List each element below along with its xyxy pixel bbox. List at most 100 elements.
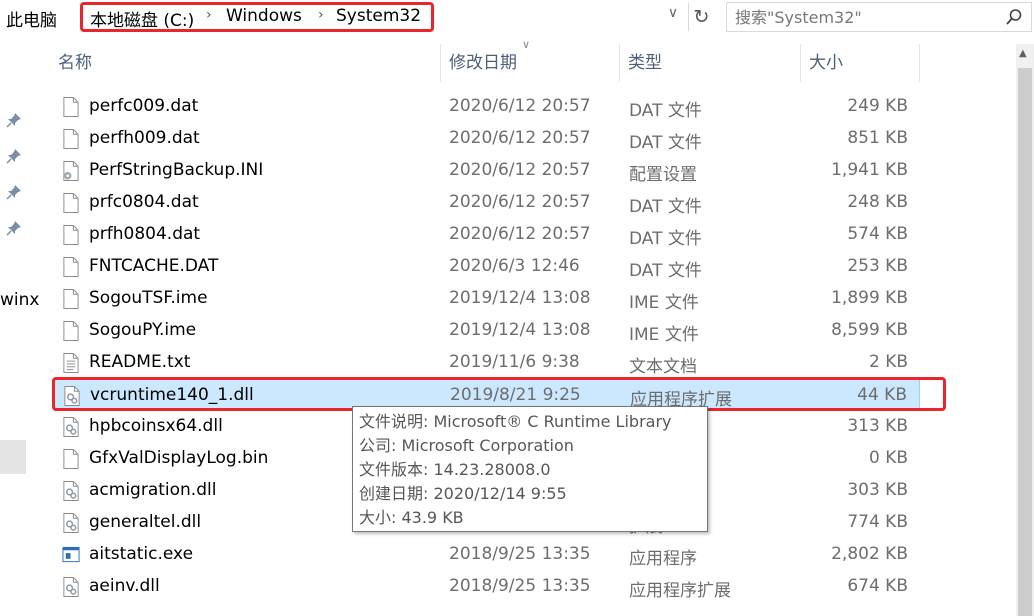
pin-icon[interactable] — [6, 148, 22, 164]
refresh-icon[interactable]: ↻ — [688, 3, 714, 31]
tooltip-created: 创建日期: 2020/12/14 9:55 — [359, 484, 567, 503]
file-icon — [63, 129, 79, 149]
file-name: perfc009.dat — [89, 96, 199, 116]
pin-icon[interactable] — [6, 220, 22, 236]
dll-file-icon — [63, 481, 79, 501]
file-size: 2 KB — [868, 352, 908, 372]
file-name: SogouPY.ime — [89, 320, 197, 340]
file-icon — [63, 257, 79, 277]
file-name: aitstatic.exe — [89, 544, 194, 564]
file-date: 2020/6/12 20:57 — [449, 128, 591, 148]
text-file-icon — [63, 353, 79, 373]
file-size: 2,802 KB — [831, 544, 908, 564]
file-size: 303 KB — [847, 480, 908, 500]
file-row[interactable]: aeinv.dll 2018/9/25 13:35 应用程序扩展 674 KB — [54, 571, 920, 603]
dll-file-icon — [63, 577, 79, 597]
file-name: PerfStringBackup.INI — [89, 160, 264, 180]
exe-file-icon — [62, 546, 80, 563]
breadcrumb-this-pc[interactable]: 此电脑 — [6, 6, 57, 31]
file-type: DAT 文件 — [629, 133, 702, 153]
file-date: 2020/6/12 20:57 — [449, 192, 591, 212]
file-name: GfxValDisplayLog.bin — [89, 448, 269, 468]
column-header-type[interactable]: 类型 — [620, 44, 800, 82]
dll-file-icon — [63, 417, 79, 437]
file-size: 774 KB — [847, 512, 908, 532]
file-icon — [63, 289, 79, 309]
vertical-scrollbar[interactable]: ▲ — [1016, 44, 1034, 616]
chevron-down-icon[interactable]: ∨ — [664, 5, 682, 25]
file-type: 应用程序 — [629, 549, 697, 569]
breadcrumb-separator-icon[interactable]: › — [318, 7, 324, 23]
file-name: SogouTSF.ime — [89, 288, 208, 308]
file-size: 253 KB — [847, 256, 908, 276]
tooltip-description: 文件说明: Microsoft® C Runtime Library — [359, 412, 672, 431]
column-header-name[interactable]: 名称 — [50, 44, 440, 82]
file-type: DAT 文件 — [629, 197, 702, 217]
file-row[interactable]: PerfStringBackup.INI 2020/6/12 20:57 配置设置 1… — [54, 155, 920, 187]
file-row[interactable]: SogouPY.ime 2019/12/4 13:08 IME 文件 8,599 KB — [54, 315, 920, 347]
file-type: DAT 文件 — [629, 101, 702, 121]
file-name: aeinv.dll — [89, 576, 160, 596]
file-type: 应用程序扩展 — [629, 581, 731, 601]
scrollbar-thumb[interactable] — [1018, 68, 1032, 616]
file-type: DAT 文件 — [629, 261, 702, 281]
file-name: perfh009.dat — [89, 128, 200, 148]
file-size: 1,941 KB — [831, 160, 908, 180]
scroll-up-icon[interactable]: ▲ — [1019, 48, 1027, 59]
pin-icon[interactable] — [6, 112, 22, 128]
tooltip-company: 公司: Microsoft Corporation — [359, 436, 574, 455]
file-date: 2020/6/12 20:57 — [449, 224, 591, 244]
file-date: 2019/12/4 13:08 — [449, 320, 591, 340]
nav-item-selected[interactable] — [0, 440, 26, 474]
file-size: 574 KB — [847, 224, 908, 244]
search-icon[interactable] — [1005, 8, 1023, 26]
file-name: FNTCACHE.DAT — [89, 256, 219, 276]
tooltip-version: 文件版本: 14.23.28008.0 — [359, 460, 551, 479]
pin-icon[interactable] — [6, 184, 22, 200]
breadcrumb-separator-icon[interactable]: › — [206, 7, 212, 23]
dll-file-icon — [63, 513, 79, 533]
nav-item-label[interactable]: winx — [0, 290, 39, 310]
file-date: 2020/6/12 20:57 — [449, 160, 591, 180]
column-header-date[interactable]: 修改日期 — [441, 44, 619, 82]
file-row[interactable]: perfc009.dat 2020/6/12 20:57 DAT 文件 249 KB — [54, 91, 920, 123]
file-row[interactable]: SogouTSF.ime 2019/12/4 13:08 IME 文件 1,899 K… — [54, 283, 920, 315]
file-date: 2020/6/12 20:57 — [449, 96, 591, 116]
file-size: 248 KB — [847, 192, 908, 212]
file-type: 文本文档 — [629, 357, 697, 377]
search-input[interactable] — [735, 6, 985, 28]
file-date: 2019/11/6 9:38 — [449, 352, 580, 372]
file-size: 674 KB — [847, 576, 908, 596]
breadcrumb-system32[interactable]: System32 — [336, 6, 421, 26]
file-icon — [63, 449, 79, 469]
file-name: acmigration.dll — [89, 480, 217, 500]
file-date: 2018/9/25 13:35 — [449, 544, 591, 564]
address-bar: 此电脑 本地磁盘 (C:) › Windows › System32 ∨ ↻ — [0, 0, 1034, 36]
column-divider[interactable] — [919, 44, 920, 82]
file-row[interactable]: prfh0804.dat 2020/6/12 20:57 DAT 文件 574 KB — [54, 219, 920, 251]
file-size: 851 KB — [847, 128, 908, 148]
file-row[interactable]: FNTCACHE.DAT 2020/6/3 12:46 DAT 文件 253 KB — [54, 251, 920, 283]
tooltip-size: 大小: 43.9 KB — [359, 508, 464, 527]
navigation-pane: winx — [0, 36, 46, 616]
file-name: prfc0804.dat — [89, 192, 199, 212]
file-type: 配置设置 — [629, 165, 697, 185]
file-name: generaltel.dll — [89, 512, 202, 532]
breadcrumb-windows[interactable]: Windows — [226, 6, 302, 26]
search-box[interactable] — [726, 2, 1032, 32]
file-date: 2020/6/3 12:46 — [449, 256, 580, 276]
file-icon — [63, 193, 79, 213]
file-date: 2018/9/25 13:35 — [449, 576, 591, 596]
breadcrumb-local-disk[interactable]: 本地磁盘 (C:) — [90, 6, 194, 31]
column-header-size[interactable]: 大小 — [801, 44, 919, 82]
file-info-tooltip: 文件说明: Microsoft® C Runtime Library 公司: M… — [352, 406, 708, 532]
file-size: 8,599 KB — [831, 320, 908, 340]
file-icon — [63, 225, 79, 245]
settings-file-icon — [63, 161, 79, 181]
file-row[interactable]: prfc0804.dat 2020/6/12 20:57 DAT 文件 248 KB — [54, 187, 920, 219]
file-date: 2019/12/4 13:08 — [449, 288, 591, 308]
file-row[interactable]: perfh009.dat 2020/6/12 20:57 DAT 文件 851 KB — [54, 123, 920, 155]
file-type: IME 文件 — [629, 293, 699, 313]
file-row[interactable]: README.txt 2019/11/6 9:38 文本文档 2 KB — [54, 347, 920, 379]
file-row[interactable]: aitstatic.exe 2018/9/25 13:35 应用程序 2,802 KB — [54, 539, 920, 571]
